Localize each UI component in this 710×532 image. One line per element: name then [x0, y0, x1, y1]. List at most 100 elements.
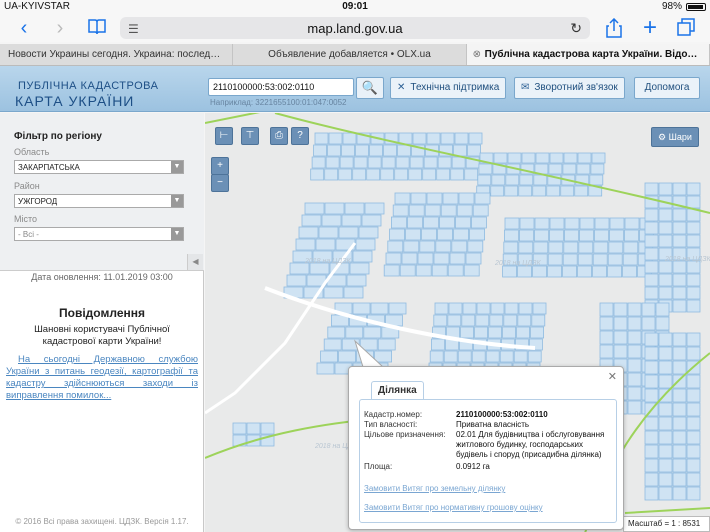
land-parcel [412, 132, 427, 145]
land-parcel [461, 314, 476, 327]
browser-tab[interactable]: Новости Украины сегодня. Украина: послед… [0, 44, 234, 65]
feedback-label: Зворотний зв'язок [534, 82, 618, 93]
land-parcel [440, 204, 457, 217]
land-parcel [408, 204, 425, 217]
chevron-down-icon: ▼ [171, 228, 183, 240]
land-parcel [431, 264, 448, 277]
order-parcel-extract-link[interactable]: Замовити Витяг про земельну ділянку [364, 484, 505, 493]
browser-tab[interactable]: Объявление добавляется • OLX.ua [233, 44, 467, 65]
measure-length-tool[interactable]: ⊢ [215, 127, 233, 145]
land-parcel [324, 202, 345, 215]
land-parcel [490, 185, 505, 197]
land-parcel [599, 330, 614, 345]
land-parcel [533, 174, 548, 186]
share-icon[interactable] [604, 17, 624, 38]
land-parcel [403, 240, 420, 253]
land-parcel [527, 350, 542, 363]
print-icon[interactable]: ⎙ [270, 127, 288, 145]
land-parcel [518, 241, 534, 254]
notice-link[interactable]: На сьогодні Державною службою України з … [6, 354, 198, 402]
back-arrow-icon[interactable]: ‹ [14, 18, 34, 38]
land-parcel [564, 217, 580, 230]
land-parcel [644, 360, 659, 375]
boundary-line [205, 113, 261, 124]
land-parcel [686, 472, 701, 487]
land-parcel [607, 253, 623, 266]
land-parcel [426, 192, 443, 205]
layers-label: Шари [668, 132, 692, 142]
land-parcel [342, 132, 357, 145]
region-select[interactable]: ЗАКАРПАТСЬКА ▼ [14, 160, 184, 174]
land-parcel [409, 156, 424, 169]
layers-button[interactable]: ⚙ Шари [651, 127, 699, 147]
popup-tab-parcel[interactable]: Ділянка [371, 381, 424, 399]
browser-tab-title: Публічна кадастрова карта України. Відом… [484, 49, 710, 60]
land-parcel [491, 174, 506, 186]
land-parcel [315, 238, 336, 251]
land-parcel [627, 400, 642, 415]
land-parcel [352, 168, 367, 181]
land-parcel [577, 152, 592, 164]
land-parcel [672, 402, 687, 417]
logo-line-1: ПУБЛІЧНА КАДАСТРОВА [18, 80, 159, 92]
land-parcel [563, 241, 579, 254]
address-bar[interactable]: ☰ map.land.gov.ua ↻ [120, 17, 590, 39]
land-parcel [533, 229, 549, 242]
search-button[interactable]: 🔍 [356, 77, 384, 99]
land-parcel [623, 229, 639, 242]
footer-copyright: © 2016 Всі права захищені. ЦДЗК. Версія … [15, 517, 189, 526]
land-parcel [658, 182, 673, 196]
land-parcel [655, 302, 670, 317]
bookmarks-icon[interactable] [86, 18, 108, 38]
land-parcel [422, 168, 437, 181]
identify-tool[interactable]: ? [291, 127, 309, 145]
forward-arrow-icon[interactable]: › [50, 18, 70, 38]
land-parcel [346, 274, 367, 287]
land-parcel [361, 214, 382, 227]
land-parcel [318, 226, 339, 239]
browser-tab-active[interactable]: ⊗ Публічна кадастрова карта України. Відо… [466, 44, 710, 65]
close-tab-icon[interactable]: ⊗ [473, 44, 481, 65]
land-parcel [594, 217, 610, 230]
land-parcel [260, 422, 275, 435]
support-label: Технічна підтримка [410, 82, 500, 93]
collapse-panel-button[interactable]: ◀ [187, 254, 203, 270]
close-icon[interactable]: ✕ [608, 370, 617, 383]
land-parcel [562, 265, 578, 278]
land-parcel [563, 152, 578, 164]
map-watermark: 2018 на ЦДЗК [664, 256, 710, 263]
feedback-button[interactable]: ✉ Зворотний зв'язок [514, 77, 625, 99]
help-button[interactable]: Допомога [634, 77, 700, 99]
land-parcel [578, 241, 594, 254]
support-button[interactable]: ✕ Технічна підтримка [390, 77, 507, 99]
land-parcel [627, 330, 642, 345]
land-parcel [349, 262, 370, 275]
order-valuation-extract-link[interactable]: Замовити Витяг про нормативну грошову оц… [364, 503, 543, 512]
land-parcel [410, 192, 427, 205]
land-parcel [672, 299, 687, 313]
tabs-overview-icon[interactable] [676, 18, 696, 38]
zoom-in-button[interactable]: + [211, 157, 229, 175]
city-select[interactable]: - Всі - ▼ [14, 227, 184, 241]
land-parcel [370, 302, 389, 315]
land-parcel [499, 350, 514, 363]
logo-line-2: КАРТА УКРАЇНИ [15, 93, 135, 109]
land-parcel [327, 326, 346, 339]
battery-percent: 98% [661, 1, 682, 12]
land-parcel [436, 168, 451, 181]
land-parcel [686, 416, 701, 431]
land-parcel [658, 444, 673, 459]
reload-icon[interactable]: ↻ [570, 20, 582, 37]
land-parcel [518, 229, 534, 242]
land-parcel [593, 229, 609, 242]
land-parcel [457, 350, 472, 363]
land-parcel [658, 221, 673, 235]
district-select[interactable]: УЖГОРОД ▼ [14, 194, 184, 208]
zoom-out-button[interactable]: − [211, 174, 229, 192]
land-parcel [658, 472, 673, 487]
new-tab-icon[interactable]: + [640, 16, 660, 40]
cadastral-map[interactable]: 2018 на ЦДЗК 2018 на ЦДЗК 2018 на ЦДЗК 2018… [205, 113, 710, 532]
cadastral-search-input[interactable]: 2110100000:53:002:0110 [208, 78, 354, 96]
measure-area-tool[interactable]: ⊤ [241, 127, 259, 145]
land-parcel [380, 168, 395, 181]
